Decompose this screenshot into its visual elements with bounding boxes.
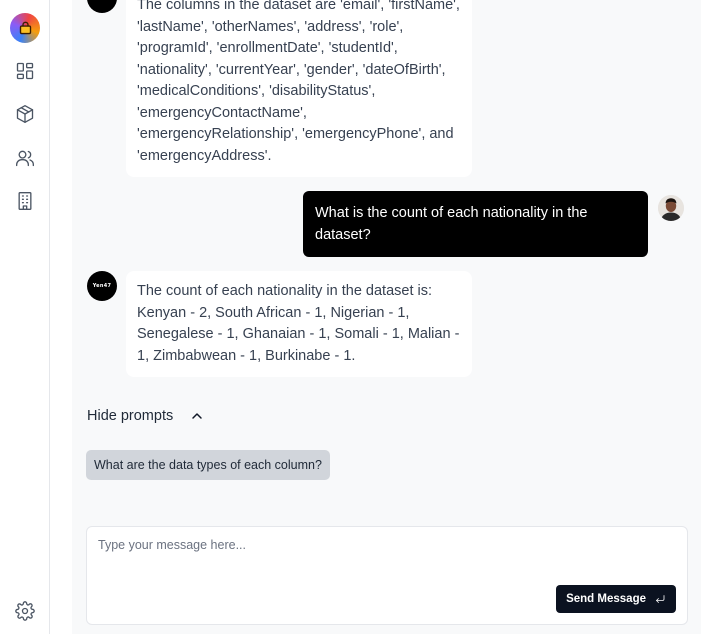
user-avatar <box>658 195 684 221</box>
chevron-up-icon <box>192 413 202 419</box>
user-photo <box>658 195 684 221</box>
hide-prompts-label: Hide prompts <box>87 408 174 424</box>
shopping-bag-icon <box>19 21 31 34</box>
message-input[interactable] <box>98 538 678 583</box>
send-message-label: Send Message <box>566 593 646 605</box>
dashboard-icon[interactable] <box>14 60 36 82</box>
gear-icon[interactable] <box>14 600 36 622</box>
building-icon[interactable] <box>14 190 36 212</box>
user-message: What is the count of each nationality in… <box>303 191 648 257</box>
hide-prompts-toggle[interactable]: Hide prompts <box>87 408 205 424</box>
chat-area: Yen47 The columns in the dataset are 'em… <box>50 0 701 634</box>
suggested-prompt[interactable]: What are the data types of each column? <box>86 450 330 480</box>
message-composer: Send Message <box>86 526 688 625</box>
assistant-avatar: Yen47 <box>87 0 117 13</box>
sidebar <box>0 0 50 634</box>
send-message-button[interactable]: Send Message <box>556 585 676 613</box>
enter-icon <box>656 595 665 603</box>
assistant-avatar: Yen47 <box>87 271 117 301</box>
assistant-message: The columns in the dataset are 'email', … <box>126 0 472 177</box>
users-icon[interactable] <box>14 147 36 169</box>
box-icon[interactable] <box>14 103 36 125</box>
app-logo[interactable] <box>10 13 40 43</box>
assistant-message: The count of each nationality in the dat… <box>126 271 472 377</box>
